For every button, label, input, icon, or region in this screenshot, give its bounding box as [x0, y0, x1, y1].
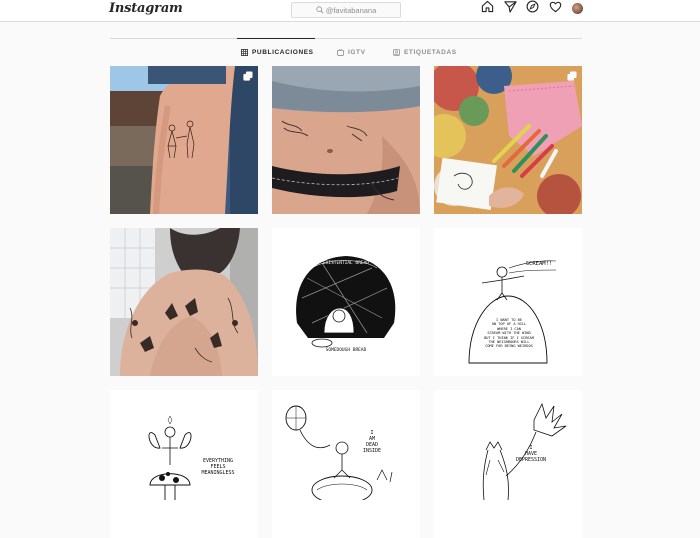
direct-icon[interactable]: [504, 0, 517, 13]
tab-igtv-label: IGTV: [348, 48, 366, 56]
post-tile-dead-inside[interactable]: I AM DEAD INSIDE: [272, 390, 420, 538]
profile-avatar[interactable]: [572, 3, 583, 14]
instagram-logo[interactable]: Instagram: [109, 1, 183, 16]
photo-belly-tattoo: [272, 66, 420, 214]
photo-torso-tattoo: [110, 228, 258, 376]
multiple-photos-icon: [567, 71, 577, 81]
igtv-icon: [337, 48, 344, 56]
post-tile-torso-tattoo[interactable]: [110, 228, 258, 376]
tagged-icon: [393, 48, 400, 56]
drawing-subcaption: SOMEDOUGH BREAD: [325, 348, 367, 353]
post-tile-art-supplies[interactable]: [434, 66, 582, 214]
drawing-caption: I AM DEAD INSIDE: [362, 430, 382, 454]
explore-icon[interactable]: [526, 0, 539, 13]
tab-posts[interactable]: PUBLICACIONES: [241, 47, 314, 57]
drawing-dead-inside: [272, 390, 420, 500]
activity-heart-icon[interactable]: [549, 0, 562, 13]
post-tile-depression[interactable]: I HAVE DEPRESSION: [434, 390, 582, 538]
post-tile-arm-tattoo[interactable]: [110, 66, 258, 214]
post-tile-existential-dread[interactable]: EXISTENTIAL DREAD SOMEDOUGH BREAD: [272, 228, 420, 376]
search-input[interactable]: @favitabanana: [291, 2, 401, 18]
photo-art-supplies: [434, 66, 582, 214]
post-tile-belly-tattoo[interactable]: [272, 66, 420, 214]
search-icon: [316, 6, 324, 14]
post-tile-everything-meaningless[interactable]: EVERYTHING FEELS MEANINGLESS: [110, 390, 258, 538]
multiple-photos-icon: [243, 71, 253, 81]
photo-arm-tattoo: [110, 66, 258, 214]
top-navigation-bar: Instagram @favitabanana: [0, 0, 700, 22]
drawing-caption: I HAVE DEPRESSION: [515, 445, 547, 463]
tab-posts-label: PUBLICACIONES: [252, 48, 314, 56]
drawing-scream: [434, 228, 582, 376]
tab-igtv[interactable]: IGTV: [337, 47, 366, 57]
search-text: @favitabanana: [325, 5, 377, 15]
drawing-caption: SCREAM!!: [525, 261, 553, 267]
tab-tagged-label: ETIQUETADAS: [404, 48, 457, 56]
drawing-subcaption: I WANT TO BE ON TOP OF A HILL WHERE I CA…: [484, 318, 534, 349]
home-icon[interactable]: [481, 0, 494, 13]
drawing-caption: EXISTENTIAL DREAD: [322, 261, 370, 266]
grid-icon: [241, 48, 248, 56]
tab-tagged[interactable]: ETIQUETADAS: [393, 47, 457, 57]
tabs-divider: [110, 38, 582, 39]
drawing-caption: EVERYTHING FEELS MEANINGLESS: [201, 458, 235, 476]
drawing-everything-meaningless: [110, 390, 258, 500]
active-tab-indicator: [237, 38, 315, 39]
post-tile-scream[interactable]: SCREAM!! I WANT TO BE ON TOP OF A HILL W…: [434, 228, 582, 376]
